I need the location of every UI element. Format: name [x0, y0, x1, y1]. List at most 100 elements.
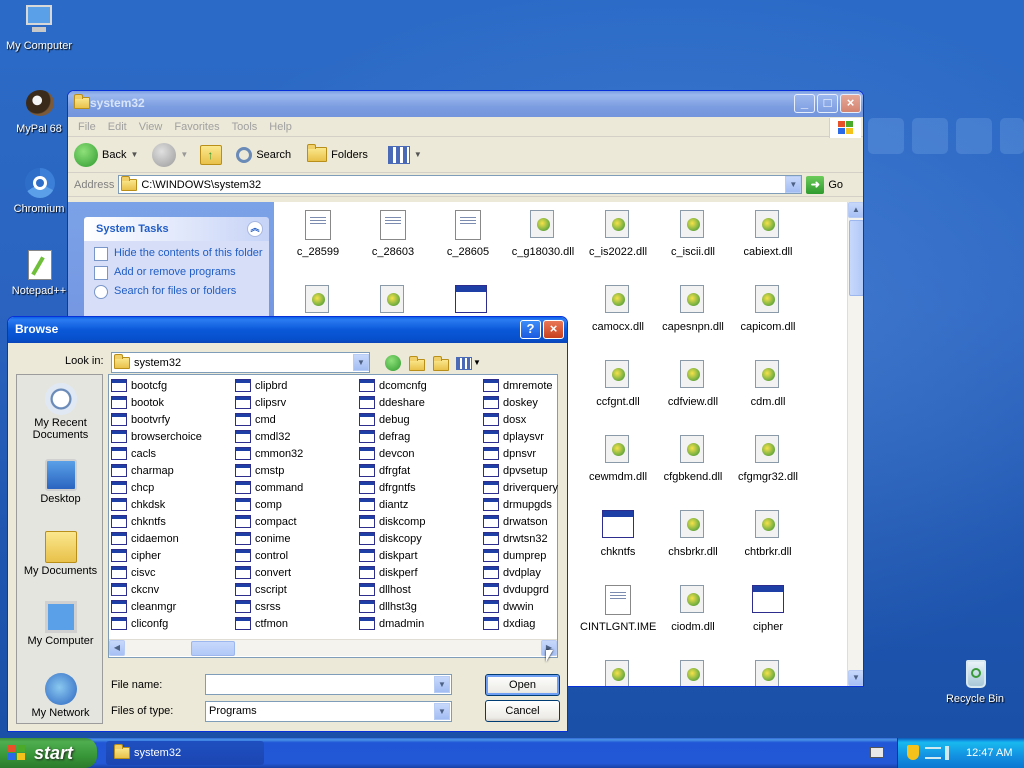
look-in-dropdown-button[interactable]: ▼ — [353, 354, 369, 371]
explorer-vertical-scrollbar[interactable]: ▲ ▼ — [847, 202, 863, 686]
file-list-item[interactable]: dmremote — [483, 377, 553, 394]
file-item[interactable]: cabiext.dll — [730, 210, 806, 258]
menu-edit[interactable]: Edit — [102, 121, 133, 133]
file-list-item[interactable]: debug — [359, 411, 410, 428]
file-item[interactable]: camocx.dll — [580, 285, 656, 333]
file-list-item[interactable]: dplaysvr — [483, 428, 544, 445]
file-list-item[interactable]: dmadmin — [359, 615, 424, 632]
file-list-item[interactable]: cidaemon — [111, 530, 179, 547]
file-list-item[interactable]: cleanmgr — [111, 598, 176, 615]
file-list-item[interactable]: dvdupgrd — [483, 581, 549, 598]
menu-help[interactable]: Help — [263, 121, 298, 133]
file-name-dropdown-button[interactable]: ▼ — [434, 676, 450, 693]
file-item[interactable]: cipher — [730, 585, 806, 633]
go-button[interactable]: ➜ Go — [806, 175, 843, 194]
file-list-item[interactable]: dllhost — [359, 581, 411, 598]
clock[interactable]: 12:47 AM — [966, 738, 1012, 768]
file-list-item[interactable]: dfrgfat — [359, 462, 410, 479]
file-list-item[interactable]: browserchoice — [111, 428, 202, 445]
file-list-item[interactable]: dpvsetup — [483, 462, 548, 479]
minimize-button[interactable]: _ — [794, 94, 815, 113]
file-list-item[interactable]: diskcomp — [359, 513, 425, 530]
file-list-item[interactable]: conime — [235, 530, 290, 547]
maximize-button[interactable]: □ — [817, 94, 838, 113]
file-list-item[interactable]: ckcnv — [111, 581, 159, 598]
file-name-input[interactable]: ▼ — [205, 674, 452, 695]
file-list-item[interactable]: defrag — [359, 428, 410, 445]
file-item[interactable]: chtbrkr.dll — [730, 510, 806, 558]
close-button[interactable]: × — [840, 94, 861, 113]
files-of-type-dropdown-button[interactable]: ▼ — [434, 703, 450, 720]
security-shield-icon[interactable] — [907, 745, 919, 760]
menu-view[interactable]: View — [133, 121, 169, 133]
file-list-item[interactable]: clipsrv — [235, 394, 286, 411]
up-folder-button[interactable]: ↑ — [200, 144, 223, 165]
file-list-item[interactable]: driverquery — [483, 479, 558, 496]
file-list-item[interactable]: bootvrfy — [111, 411, 170, 428]
file-item[interactable]: chkntfs — [580, 510, 656, 558]
folders-button[interactable]: Folders — [307, 144, 368, 162]
open-button[interactable]: Open — [485, 674, 560, 696]
desktop-icon-my-computer[interactable]: My Computer — [0, 3, 78, 52]
file-list-item[interactable]: cisvc — [111, 564, 155, 581]
forward-button[interactable]: ▼ — [152, 142, 188, 167]
file-list-item[interactable]: dpnsvr — [483, 445, 536, 462]
file-list-item[interactable]: diskcopy — [359, 530, 422, 547]
place-desktop[interactable]: Desktop — [17, 459, 104, 505]
file-list-item[interactable]: dfrgntfs — [359, 479, 416, 496]
view-menu-icon[interactable] — [456, 357, 472, 370]
menu-file[interactable]: File — [72, 121, 102, 133]
file-list-item[interactable]: control — [235, 547, 288, 564]
file-list-item[interactable]: charmap — [111, 462, 174, 479]
system-tasks-header[interactable]: System Tasks ︽ — [84, 217, 269, 241]
file-item[interactable]: capesnpn.dll — [655, 285, 731, 333]
file-list-item[interactable]: cmstp — [235, 462, 284, 479]
file-list-item[interactable]: cacls — [111, 445, 156, 462]
file-item[interactable]: cdm.dll — [730, 360, 806, 408]
look-in-dropdown[interactable]: system32 ▼ — [111, 352, 370, 373]
chevron-down-icon[interactable]: ▼ — [473, 358, 481, 367]
file-list-item[interactable]: chcp — [111, 479, 154, 496]
file-list-item[interactable]: drwtsn32 — [483, 530, 548, 547]
file-list-item[interactable]: drwatson — [483, 513, 548, 530]
close-button[interactable]: × — [543, 320, 564, 339]
explorer-titlebar[interactable]: system32 _ □ × — [68, 91, 863, 117]
file-item-partial[interactable] — [730, 660, 806, 686]
file-list-item[interactable]: cmdl32 — [235, 428, 290, 445]
back-arrow-icon[interactable] — [385, 355, 401, 371]
file-list-item[interactable]: cliconfg — [111, 615, 168, 632]
file-list-item[interactable]: doskey — [483, 394, 538, 411]
browse-dialog[interactable]: Browse ? × Look in: system32 ▼ ▼ My Rece… — [7, 316, 568, 732]
file-list-item[interactable]: cmmon32 — [235, 445, 303, 462]
file-list-item[interactable]: dcomcnfg — [359, 377, 427, 394]
file-list-item[interactable]: ctfmon — [235, 615, 288, 632]
file-list-item[interactable]: convert — [235, 564, 291, 581]
file-list-item[interactable]: diskpart — [359, 547, 418, 564]
file-item[interactable]: c_iscii.dll — [655, 210, 731, 258]
file-list-item[interactable]: bootcfg — [111, 377, 167, 394]
file-item-partial[interactable] — [655, 660, 731, 686]
scroll-up-button[interactable]: ▲ — [848, 202, 863, 218]
file-list-item[interactable]: ddeshare — [359, 394, 425, 411]
file-item[interactable]: cfgmgr32.dll — [730, 435, 806, 483]
file-list-item[interactable]: dvdplay — [483, 564, 541, 581]
scroll-left-button[interactable]: ◀ — [109, 640, 125, 656]
file-list-item[interactable]: cipher — [111, 547, 161, 564]
cancel-button[interactable]: Cancel — [485, 700, 560, 722]
file-list-item[interactable]: dumprep — [483, 547, 546, 564]
file-item[interactable]: chsbrkr.dll — [655, 510, 731, 558]
desktop-icon-recycle-bin[interactable]: Recycle Bin — [936, 656, 1014, 705]
search-button[interactable]: Search — [236, 146, 291, 163]
task-hide-contents[interactable]: Hide the contents of this folder — [94, 247, 263, 261]
file-list-item[interactable]: clipbrd — [235, 377, 287, 394]
file-list-item[interactable]: cscript — [235, 581, 287, 598]
file-list-item[interactable]: cmd — [235, 411, 276, 428]
file-list[interactable]: bootcfg bootok bootvrfy browserchoice cacls c… — [108, 374, 558, 658]
file-item[interactable]: cfgbkend.dll — [655, 435, 731, 483]
scroll-down-button[interactable]: ▼ — [848, 670, 863, 686]
address-dropdown-button[interactable]: ▼ — [785, 176, 802, 193]
menu-tools[interactable]: Tools — [226, 121, 264, 133]
task-search-files[interactable]: Search for files or folders — [94, 285, 263, 299]
file-item[interactable]: CINTLGNT.IME — [580, 585, 656, 633]
help-button[interactable]: ? — [520, 320, 541, 339]
